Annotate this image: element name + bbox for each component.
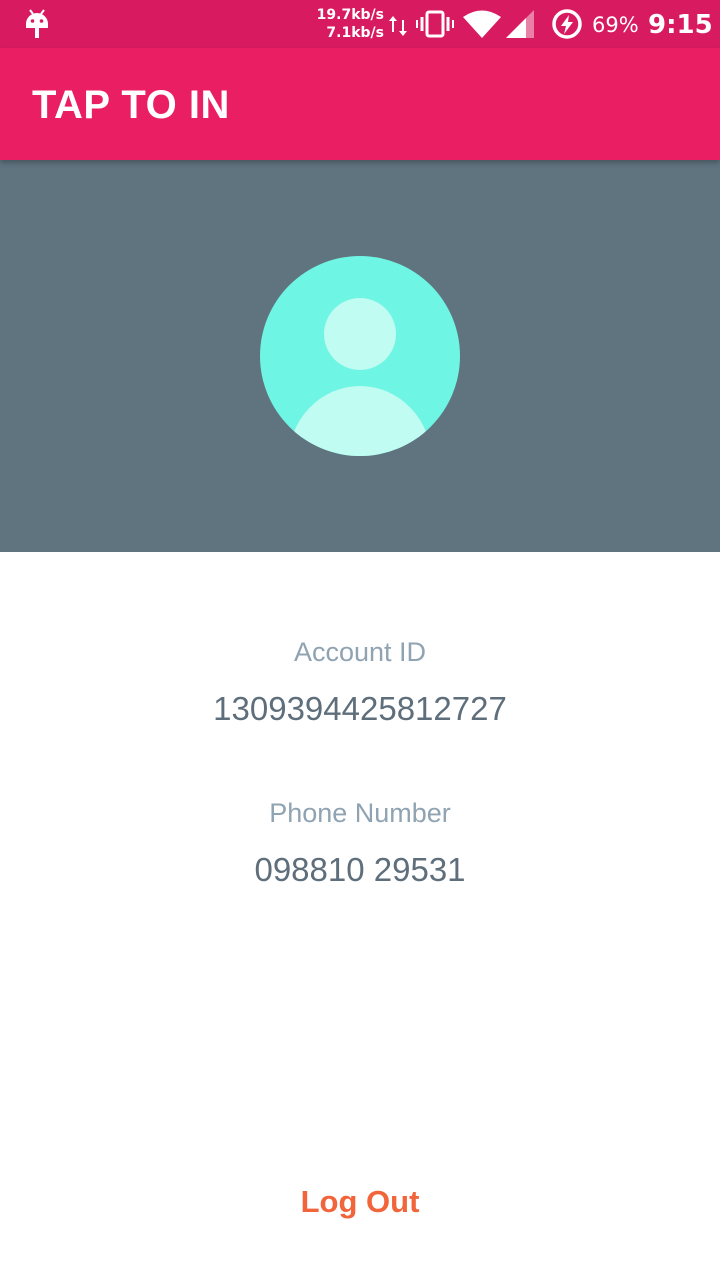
download-speed: 7.1kb/s [326,25,384,41]
account-id-value: 1309394425812727 [213,690,507,727]
data-arrows-icon [389,16,407,36]
phone-number-label: Phone Number [269,798,451,828]
vibrate-icon [416,10,454,38]
signal-icon [506,10,534,38]
battery-percent: 69% [592,13,639,37]
upload-speed: 19.7kb/s [316,7,384,23]
account-id-label: Account ID [293,637,427,667]
status-bar: 19.7kb/s 7.1kb/s 69% 9:15 [0,0,720,48]
android-icon [26,9,48,38]
profile-header [0,160,720,552]
app-title: TAP TO IN [32,83,230,127]
battery-saver-icon [552,9,582,39]
status-clock: 9:15 [648,10,713,40]
network-speed: 19.7kb/s 7.1kb/s [300,6,384,42]
wifi-icon [463,10,501,38]
phone-number-value: 098810 29531 [254,851,466,888]
logout-button[interactable]: Log Out [260,1176,460,1228]
default-user-avatar-icon[interactable] [260,256,460,456]
app-bar: TAP TO IN [0,48,720,160]
